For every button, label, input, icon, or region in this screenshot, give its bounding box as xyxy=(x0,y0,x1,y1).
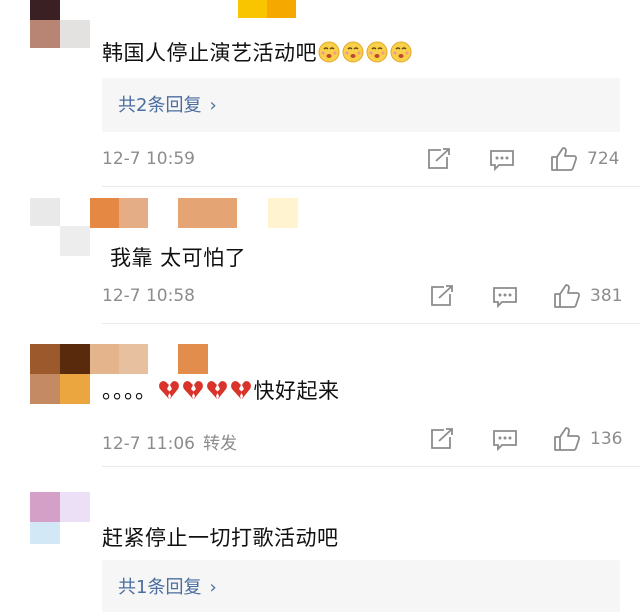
username[interactable] xyxy=(90,198,298,228)
chevron-right-icon: › xyxy=(209,95,217,116)
comment-text-prefix: 。。。。 xyxy=(102,379,157,403)
comment-icon[interactable] xyxy=(492,429,518,455)
comment-meta: 12-7 11:06 转发 xyxy=(102,429,237,454)
kiss-face-emoji xyxy=(318,41,414,68)
comment-text: 赶紧停止一切打歌活动吧 xyxy=(102,526,339,550)
avatar[interactable] xyxy=(30,344,90,404)
like-count: 381 xyxy=(590,286,623,306)
divider xyxy=(102,466,640,467)
chevron-right-icon: › xyxy=(209,577,217,598)
avatar[interactable] xyxy=(30,198,90,256)
username[interactable] xyxy=(238,0,296,18)
comment-icon[interactable] xyxy=(492,286,518,312)
repost-label[interactable]: 转发 xyxy=(203,434,237,454)
share-icon[interactable] xyxy=(430,428,454,454)
view-replies-label: 共2条回复 xyxy=(118,95,202,116)
like-icon[interactable] xyxy=(553,426,581,456)
comment-text-suffix: 快好起来 xyxy=(253,379,340,403)
like-icon[interactable] xyxy=(553,283,581,313)
timestamp: 12-7 11:06 xyxy=(102,434,195,454)
comment-text: 我靠 太可怕了 xyxy=(110,246,247,270)
reply-box[interactable]: 共1条回复 › xyxy=(102,560,620,612)
comment-meta: 12-7 10:59 xyxy=(102,149,195,169)
divider xyxy=(102,186,640,187)
view-replies-label: 共1条回复 xyxy=(118,577,202,598)
comment-text-content: 韩国人停止演艺活动吧 xyxy=(102,41,317,65)
username[interactable] xyxy=(90,344,208,374)
share-icon[interactable] xyxy=(427,148,451,174)
like-count: 136 xyxy=(590,429,623,449)
like-icon[interactable] xyxy=(550,146,578,176)
like-count: 724 xyxy=(587,149,620,169)
view-replies-link[interactable]: 共2条回复 › xyxy=(118,78,217,134)
comment-text: 韩国人停止演艺活动吧 xyxy=(102,37,414,68)
broken-heart-emoji xyxy=(158,379,254,406)
comment-icon[interactable] xyxy=(489,149,515,175)
view-replies-link[interactable]: 共1条回复 › xyxy=(118,560,217,616)
avatar[interactable] xyxy=(30,0,90,50)
avatar[interactable] xyxy=(30,492,90,552)
reply-box[interactable]: 共2条回复 › xyxy=(102,78,620,132)
divider xyxy=(102,323,640,324)
comment-meta: 12-7 10:58 xyxy=(102,286,195,306)
timestamp: 12-7 10:59 xyxy=(102,149,195,169)
share-icon[interactable] xyxy=(430,285,454,311)
comment-text: 。。。。 快好起来 xyxy=(102,375,340,406)
timestamp: 12-7 10:58 xyxy=(102,286,195,306)
